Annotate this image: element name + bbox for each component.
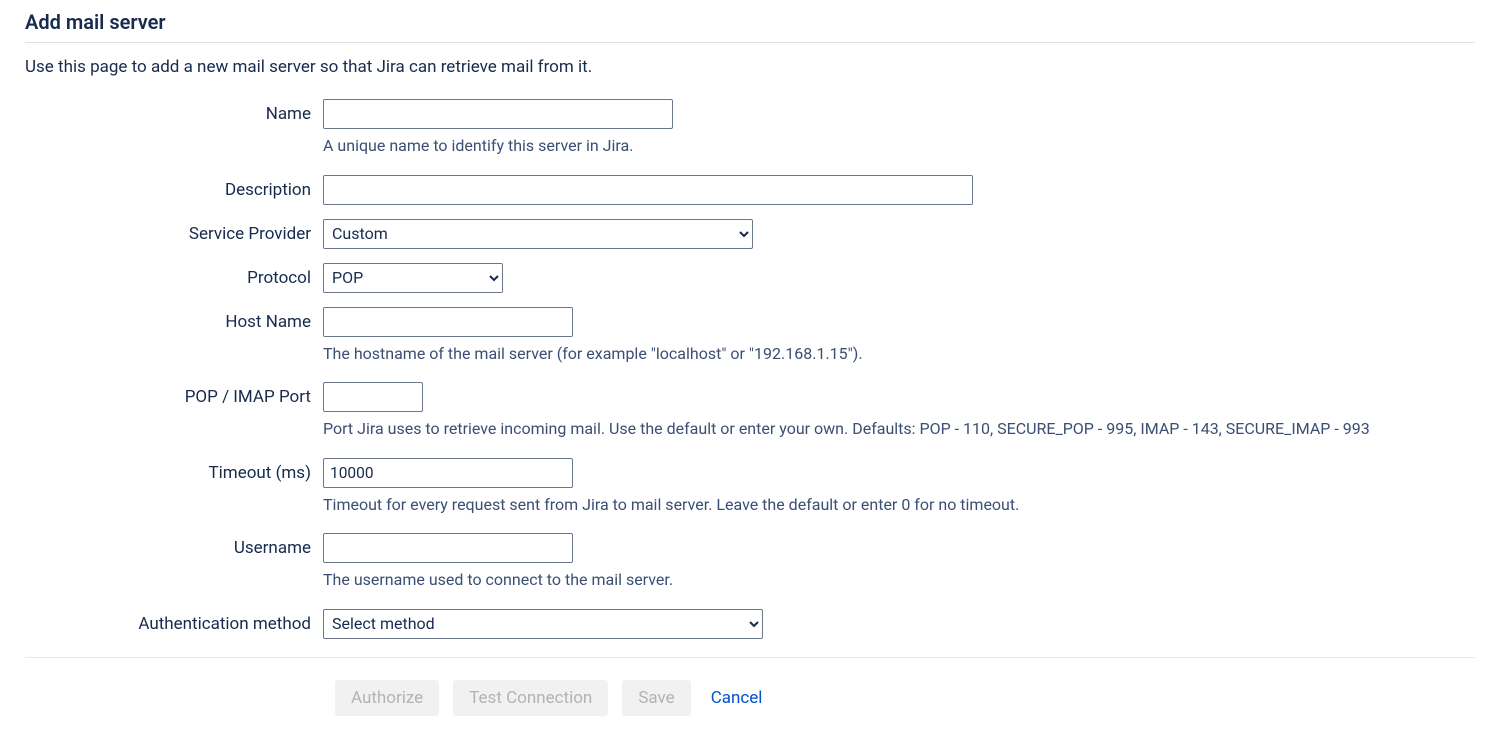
service-provider-label: Service Provider <box>25 219 323 244</box>
timeout-label: Timeout (ms) <box>25 458 323 483</box>
timeout-input[interactable] <box>323 458 573 488</box>
auth-method-label: Authentication method <box>25 609 323 634</box>
page-title: Add mail server <box>25 10 1475 40</box>
page-intro: Use this page to add a new mail server s… <box>25 57 1475 77</box>
timeout-help: Timeout for every request sent from Jira… <box>323 494 1475 516</box>
title-divider <box>25 42 1475 43</box>
save-button[interactable]: Save <box>622 680 690 716</box>
cancel-button[interactable]: Cancel <box>705 680 769 716</box>
authorize-button[interactable]: Authorize <box>335 680 439 716</box>
name-label: Name <box>25 99 323 124</box>
port-label: POP / IMAP Port <box>25 382 323 407</box>
port-help: Port Jira uses to retrieve incoming mail… <box>323 418 1475 440</box>
name-help: A unique name to identify this server in… <box>323 135 1475 157</box>
name-input[interactable] <box>323 99 673 129</box>
protocol-select[interactable]: POP <box>323 263 503 293</box>
auth-method-select[interactable]: Select method <box>323 609 763 639</box>
description-input[interactable] <box>323 175 973 205</box>
service-provider-select[interactable]: Custom <box>323 219 753 249</box>
protocol-label: Protocol <box>25 263 323 288</box>
host-name-label: Host Name <box>25 307 323 332</box>
port-input[interactable] <box>323 382 423 412</box>
username-label: Username <box>25 533 323 558</box>
footer-divider <box>25 657 1475 658</box>
host-name-help: The hostname of the mail server (for exa… <box>323 343 1475 365</box>
test-connection-button[interactable]: Test Connection <box>453 680 608 716</box>
username-input[interactable] <box>323 533 573 563</box>
host-name-input[interactable] <box>323 307 573 337</box>
description-label: Description <box>25 175 323 200</box>
username-help: The username used to connect to the mail… <box>323 569 1475 591</box>
